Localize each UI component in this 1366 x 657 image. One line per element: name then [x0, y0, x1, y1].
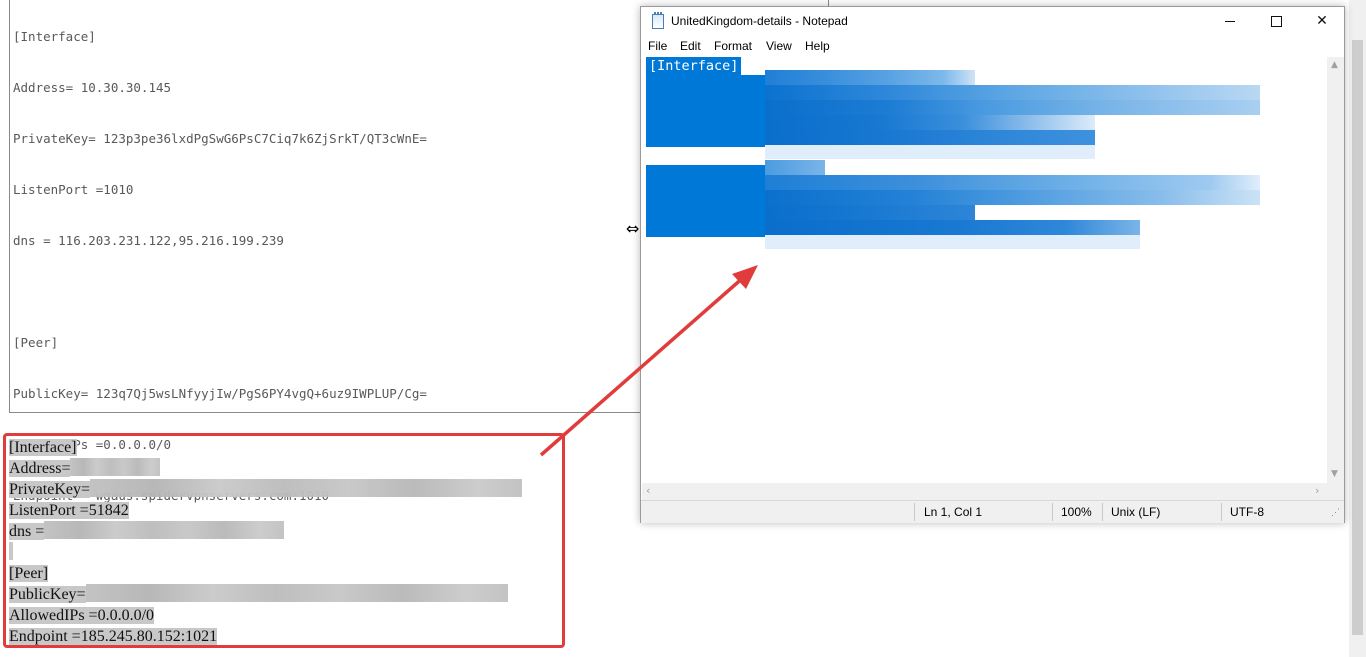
annotation-arrow: [539, 265, 758, 457]
arrow-shaft: [539, 274, 747, 457]
